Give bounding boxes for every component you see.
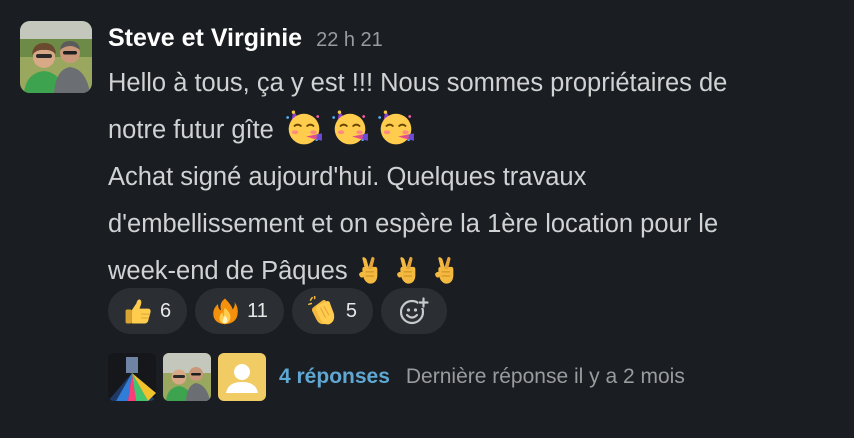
- user-avatar[interactable]: [20, 21, 92, 93]
- message-line-text: notre futur gîte: [108, 116, 274, 144]
- message-body: Hello à tous, ça y est !!! Nous sommes p…: [108, 60, 838, 295]
- reaction-fire[interactable]: 11: [195, 288, 284, 334]
- partying-face-icon: [374, 108, 418, 146]
- participant-avatar: [108, 353, 156, 401]
- message-timestamp[interactable]: 22 h 21: [316, 29, 383, 52]
- message-line: Hello à tous, ça y est !!! Nous sommes p…: [108, 69, 728, 97]
- add-reaction-button[interactable]: [381, 288, 448, 334]
- reactions-bar: 6 11 5: [108, 288, 448, 334]
- thread-last-reply: Dernière réponse il y a 2 mois: [405, 365, 685, 388]
- crossed-fingers-icon: [392, 254, 422, 288]
- thread-summary[interactable]: 4 réponses Dernière réponse il y a 2 moi…: [108, 352, 685, 402]
- message-line: Achat signé aujourd'hui. Quelques travau…: [108, 163, 587, 191]
- add-emoji-icon: [399, 297, 430, 325]
- message-line: notre futur gîte: [108, 107, 838, 154]
- thumbs-up-icon: [124, 297, 152, 325]
- message-line: d'embellissement et on espère la 1ère lo…: [108, 210, 719, 238]
- message-header: Steve et Virginie 22 h 21: [108, 24, 383, 56]
- fire-icon: [211, 297, 239, 325]
- partying-face-icon: [282, 108, 326, 146]
- partying-face-icon: [328, 108, 372, 146]
- reaction-count: 5: [345, 299, 358, 322]
- crossed-fingers-group: [354, 254, 460, 288]
- author-name[interactable]: Steve et Virginie: [108, 24, 302, 53]
- reaction-count: 11: [247, 299, 268, 322]
- reaction-count: 6: [160, 299, 172, 322]
- message-line-text: week-end de Pâques: [108, 257, 348, 285]
- party-emoji-group: [282, 108, 418, 146]
- participant-avatar: [163, 353, 211, 401]
- reaction-thumbs-up[interactable]: 6: [108, 288, 188, 334]
- participant-avatar: [218, 353, 266, 401]
- crossed-fingers-icon: [354, 254, 384, 288]
- thread-replies-link[interactable]: 4 réponses: [279, 365, 390, 389]
- crossed-fingers-icon: [430, 254, 460, 288]
- reaction-clapping-hands[interactable]: 5: [291, 288, 374, 334]
- clapping-hands-icon: [308, 296, 338, 326]
